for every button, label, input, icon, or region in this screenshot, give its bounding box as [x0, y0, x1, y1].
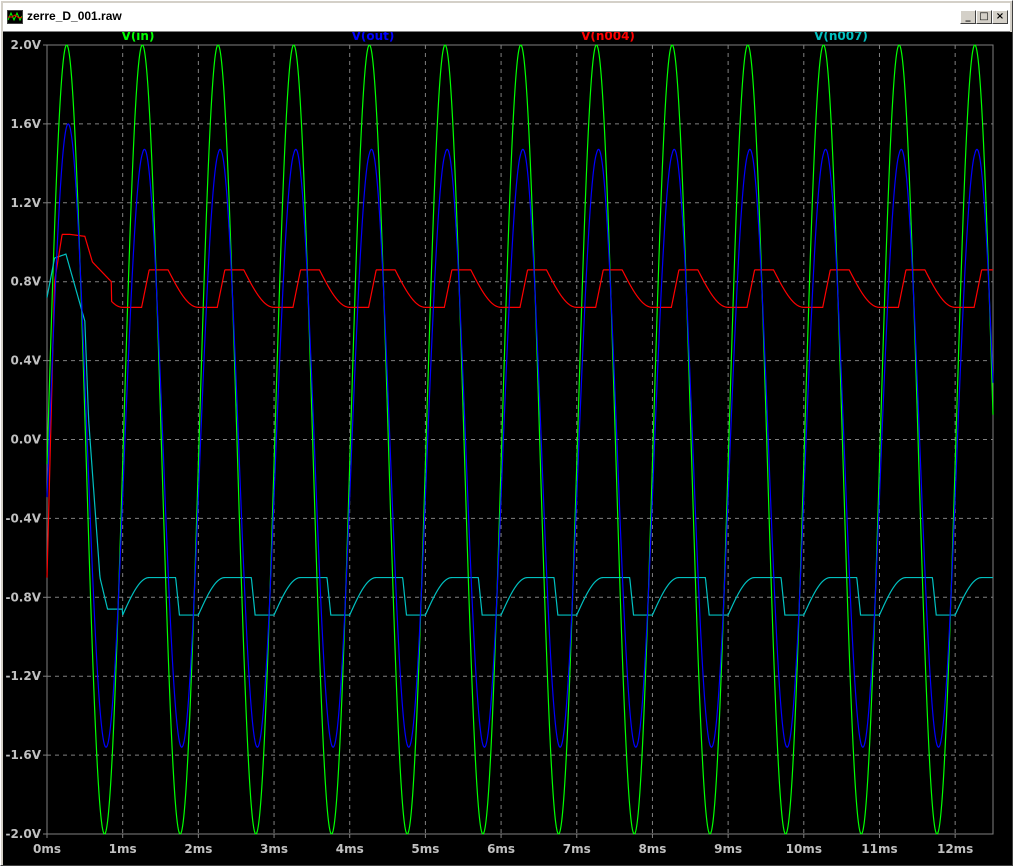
waveform-app-icon	[7, 10, 23, 24]
legend-v-n007-: V(n007)	[814, 32, 868, 43]
x-tick-label: 7ms	[563, 842, 591, 856]
maximize-button[interactable]: □	[976, 10, 992, 24]
y-tick-label: -1.2V	[5, 669, 41, 683]
y-tick-label: 0.4V	[10, 354, 41, 368]
close-button[interactable]: ×	[992, 10, 1008, 24]
x-tick-label: 2ms	[184, 842, 212, 856]
x-tick-label: 11ms	[861, 842, 897, 856]
legend-v-out-: V(out)	[352, 32, 395, 43]
y-tick-label: -0.8V	[5, 590, 41, 604]
y-tick-label: -0.4V	[5, 511, 41, 525]
plot-pane[interactable]: 0ms 1ms 2ms 3ms 4ms 5ms 6ms 7ms 8ms 9ms 10ms 11ms 12…	[3, 32, 1012, 865]
x-tick-label: 10ms	[786, 842, 822, 856]
y-tick-label: -2.0V	[5, 827, 41, 841]
x-tick-label: 1ms	[109, 842, 137, 856]
y-tick-label: 0.8V	[10, 275, 41, 289]
waveform-chart[interactable]: 0ms 1ms 2ms 3ms 4ms 5ms 6ms 7ms 8ms 9ms 10ms 11ms 12…	[3, 32, 1012, 865]
waveform-window: zerre_D_001.raw _ □ × 0ms 1ms 2ms 3ms 4ms 5ms…	[0, 0, 1013, 866]
x-tick-label: 8ms	[638, 842, 666, 856]
y-tick-label: 2.0V	[10, 38, 41, 52]
series-line-v-n004-	[46, 233, 993, 578]
legend-v-in-: V(in)	[122, 32, 155, 43]
x-tick-label: 6ms	[487, 842, 515, 856]
x-tick-label: 4ms	[336, 842, 364, 856]
y-tick-label: 1.6V	[10, 117, 41, 131]
x-tick-label: 9ms	[714, 842, 742, 856]
y-tick-label: -1.6V	[5, 748, 41, 762]
y-tick-label: 1.2V	[10, 196, 41, 210]
series-line-v-out-	[46, 123, 994, 748]
x-tick-label: 0ms	[33, 842, 61, 856]
x-tick-label: 3ms	[260, 842, 288, 856]
legend-v-n004-: V(n004)	[581, 32, 635, 43]
series-line-v-n007-	[46, 253, 993, 616]
y-tick-label: 0.0V	[10, 433, 41, 447]
window-title: zerre_D_001.raw	[27, 9, 122, 23]
minimize-button[interactable]: _	[960, 10, 976, 24]
x-tick-label: 12ms	[937, 842, 973, 856]
x-tick-label: 5ms	[411, 842, 439, 856]
title-bar[interactable]: zerre_D_001.raw _ □ ×	[3, 3, 1010, 32]
